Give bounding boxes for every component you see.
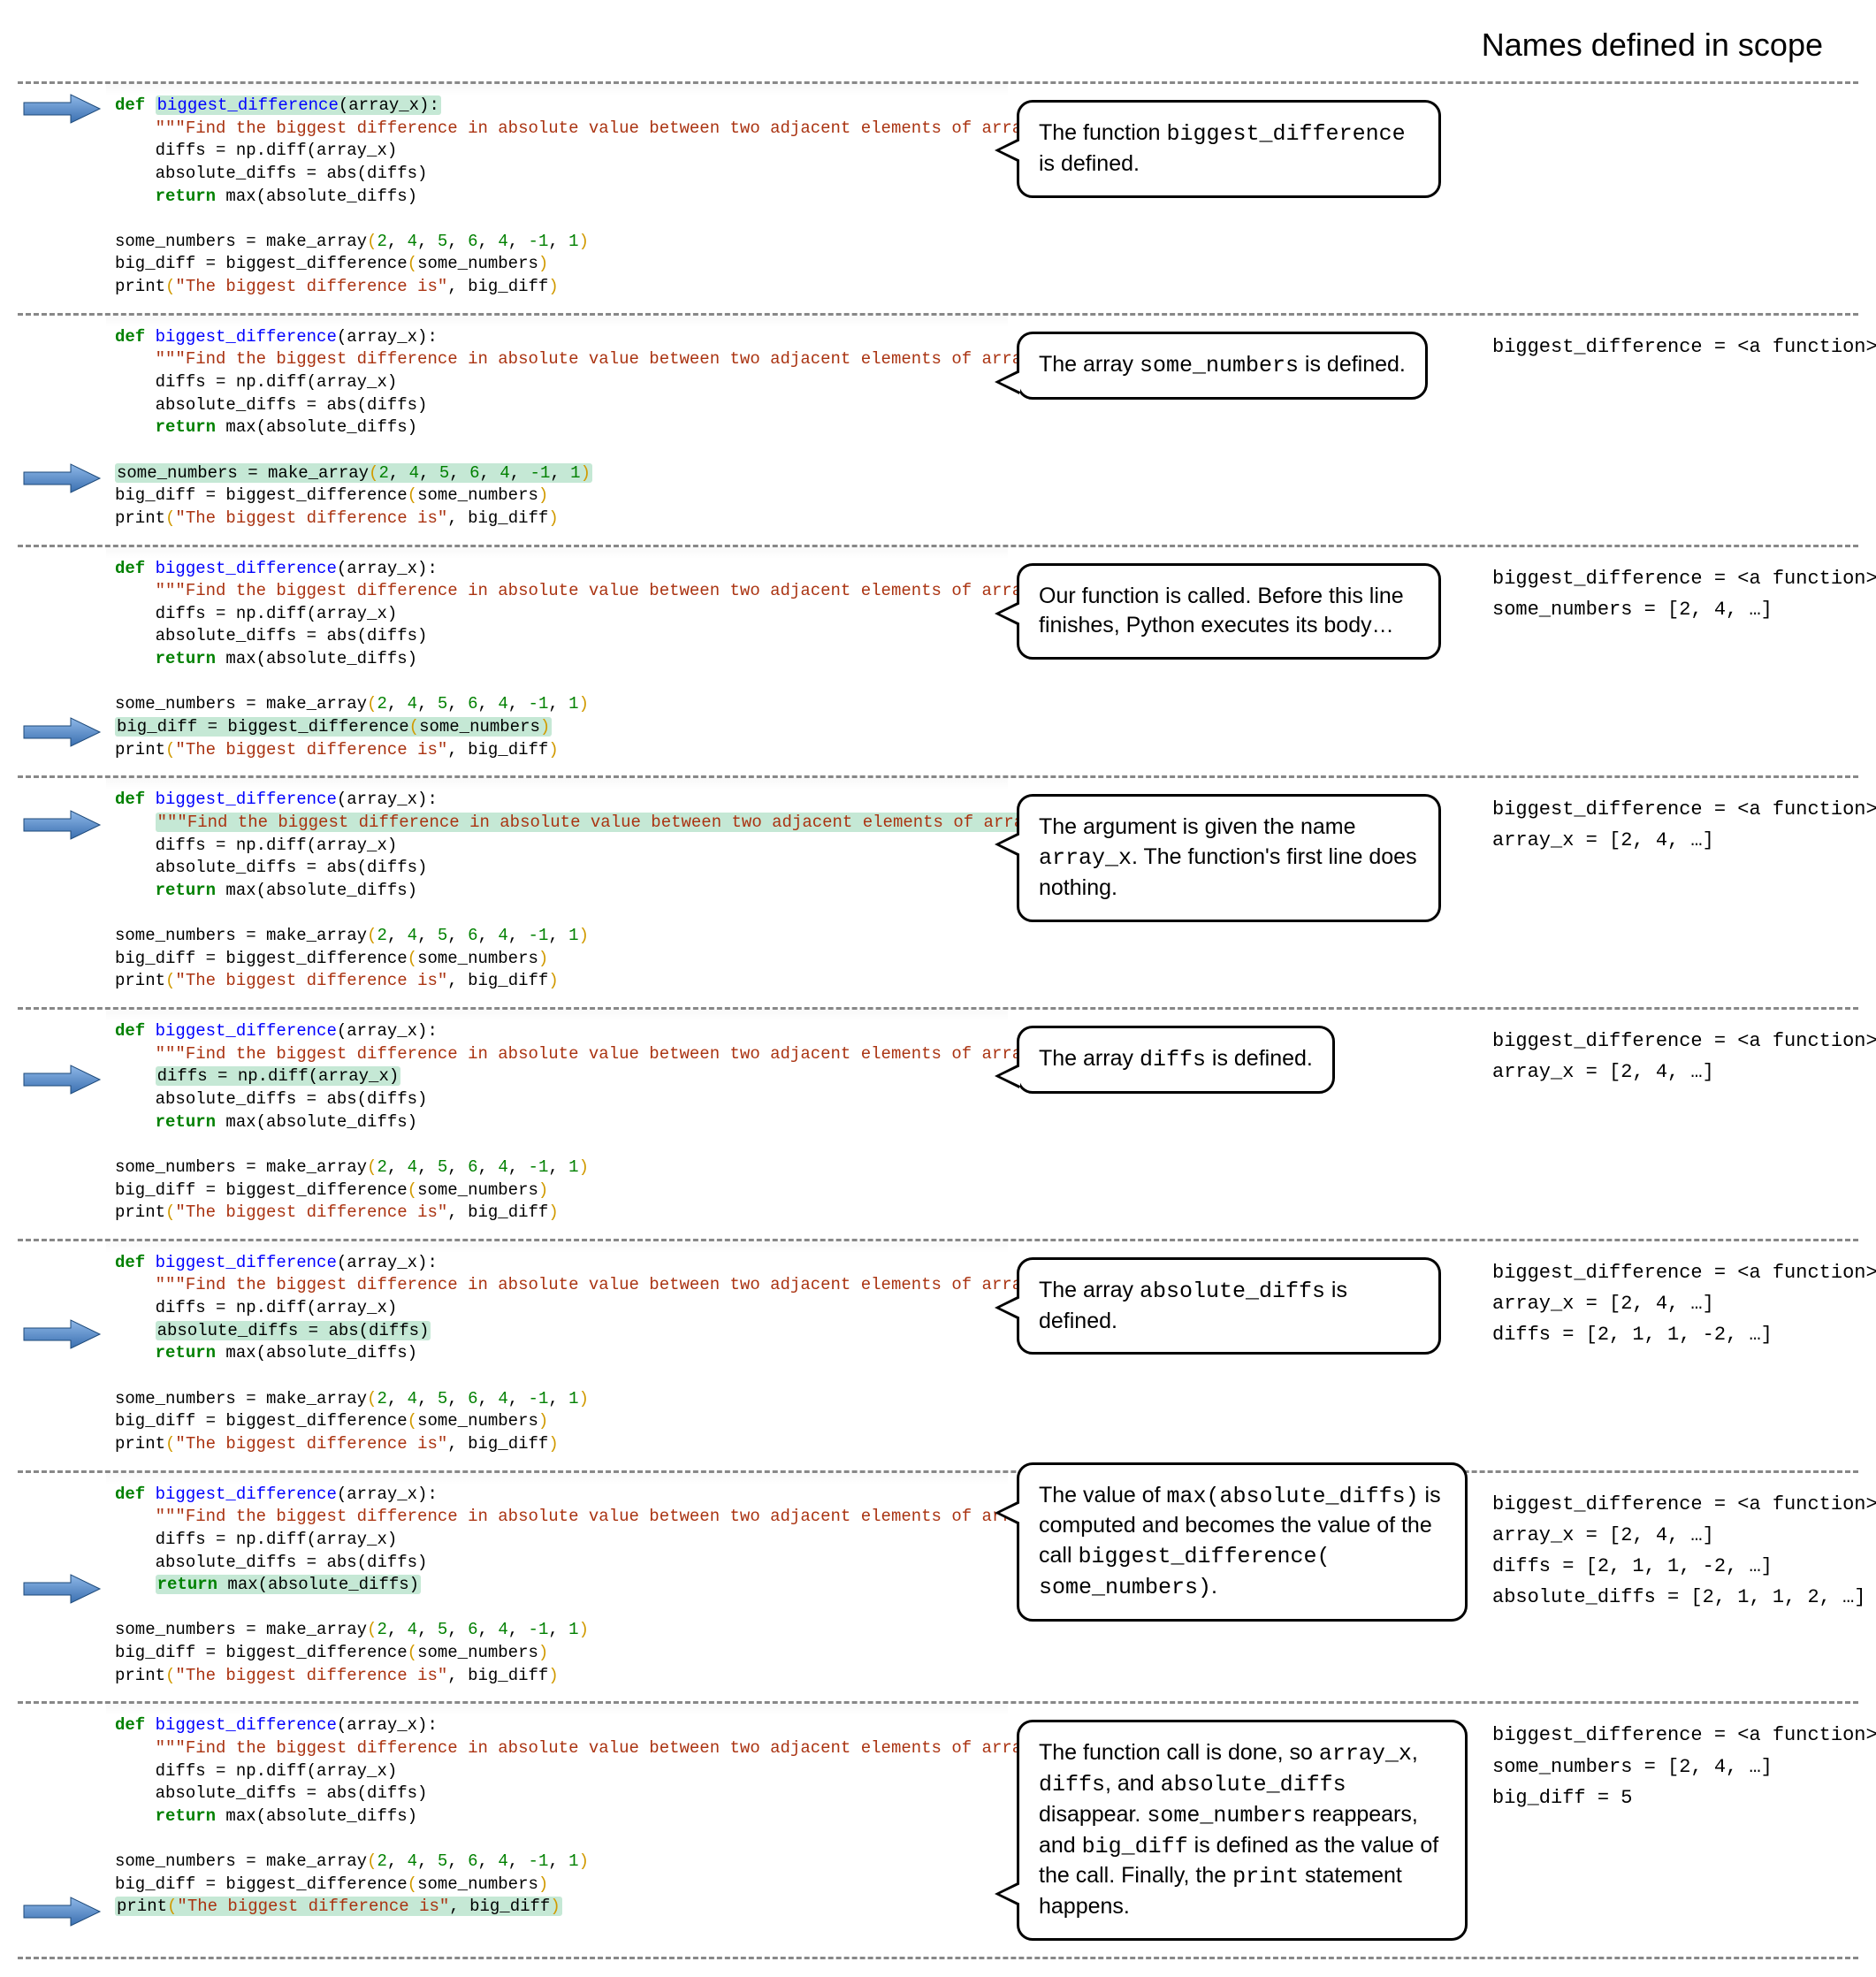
callout-column: The array some_numbers is defined. [1008, 316, 1476, 416]
code-block: def biggest_difference(array_x): """Find… [106, 1010, 1008, 1239]
arrow-column [18, 778, 106, 1007]
callout-bubble: The function call is done, so array_x, d… [1017, 1720, 1468, 1941]
execution-arrow-icon [22, 462, 102, 495]
callout-column: The array diffs is defined. [1008, 1010, 1476, 1110]
arrow-column [18, 1704, 106, 1957]
scope-listing [1476, 84, 1858, 109]
code-block: def biggest_difference(array_x): """Find… [106, 84, 1008, 313]
arrow-column [18, 1473, 106, 1702]
scope-listing: biggest_difference = <a function> some_n… [1476, 1704, 1876, 1822]
scope-listing: biggest_difference = <a function> some_n… [1476, 547, 1876, 634]
callout-column: The argument is given the name array_x. … [1008, 778, 1476, 937]
callout-bubble: The value of max(absolute_diffs) is comp… [1017, 1462, 1468, 1622]
execution-arrow-icon [22, 1895, 102, 1928]
scope-listing: biggest_difference = <a function> array_… [1476, 1473, 1876, 1622]
step-1: def biggest_difference(array_x): """Find… [18, 81, 1858, 313]
execution-arrow-icon [22, 1063, 102, 1096]
step-5: def biggest_difference(array_x): """Find… [18, 1007, 1858, 1239]
callout-bubble: Our function is called. Before this line… [1017, 563, 1441, 660]
scope-listing: biggest_difference = <a function> array_… [1476, 1241, 1876, 1360]
callout-bubble: The array diffs is defined. [1017, 1026, 1335, 1094]
step-3: def biggest_difference(array_x): """Find… [18, 545, 1858, 776]
callout-bubble: The array absolute_diffs is defined. [1017, 1257, 1441, 1355]
code-block: def biggest_difference(array_x): """Find… [106, 1704, 1008, 1933]
arrow-column [18, 84, 106, 313]
execution-arrow-icon [22, 1572, 102, 1606]
steps-container: def biggest_difference(array_x): """Find… [18, 81, 1858, 1959]
execution-arrow-icon [22, 92, 102, 126]
callout-column: Our function is called. Before this line… [1008, 547, 1476, 676]
execution-arrow-icon [22, 715, 102, 749]
arrow-column [18, 1010, 106, 1239]
callout-column: The value of max(absolute_diffs) is comp… [1008, 1473, 1476, 1637]
callout-column: The function biggest_difference is defin… [1008, 84, 1476, 214]
callout-column: The function call is done, so array_x, d… [1008, 1704, 1476, 1957]
callout-bubble: The argument is given the name array_x. … [1017, 794, 1441, 921]
header-title: Names defined in scope [18, 18, 1858, 81]
code-block: def biggest_difference(array_x): """Find… [106, 1473, 1008, 1702]
arrow-column [18, 547, 106, 776]
scope-listing: biggest_difference = <a function> array_… [1476, 1010, 1876, 1096]
code-block: def biggest_difference(array_x): """Find… [106, 547, 1008, 776]
arrow-column [18, 316, 106, 545]
execution-arrow-icon [22, 1317, 102, 1351]
step-8: def biggest_difference(array_x): """Find… [18, 1701, 1858, 1959]
callout-column: The array absolute_diffs is defined. [1008, 1241, 1476, 1371]
code-block: def biggest_difference(array_x): """Find… [106, 778, 1008, 1007]
code-block: def biggest_difference(array_x): """Find… [106, 1241, 1008, 1470]
callout-bubble: The array some_numbers is defined. [1017, 332, 1428, 400]
step-6: def biggest_difference(array_x): """Find… [18, 1239, 1858, 1470]
scope-listing: biggest_difference = <a function> [1476, 316, 1876, 371]
step-4: def biggest_difference(array_x): """Find… [18, 775, 1858, 1007]
step-7: def biggest_difference(array_x): """Find… [18, 1470, 1858, 1702]
callout-bubble: The function biggest_difference is defin… [1017, 100, 1441, 198]
execution-arrow-icon [22, 808, 102, 842]
code-block: def biggest_difference(array_x): """Find… [106, 316, 1008, 545]
scope-listing: biggest_difference = <a function> array_… [1476, 778, 1876, 865]
step-2: def biggest_difference(array_x): """Find… [18, 313, 1858, 545]
arrow-column [18, 1241, 106, 1470]
